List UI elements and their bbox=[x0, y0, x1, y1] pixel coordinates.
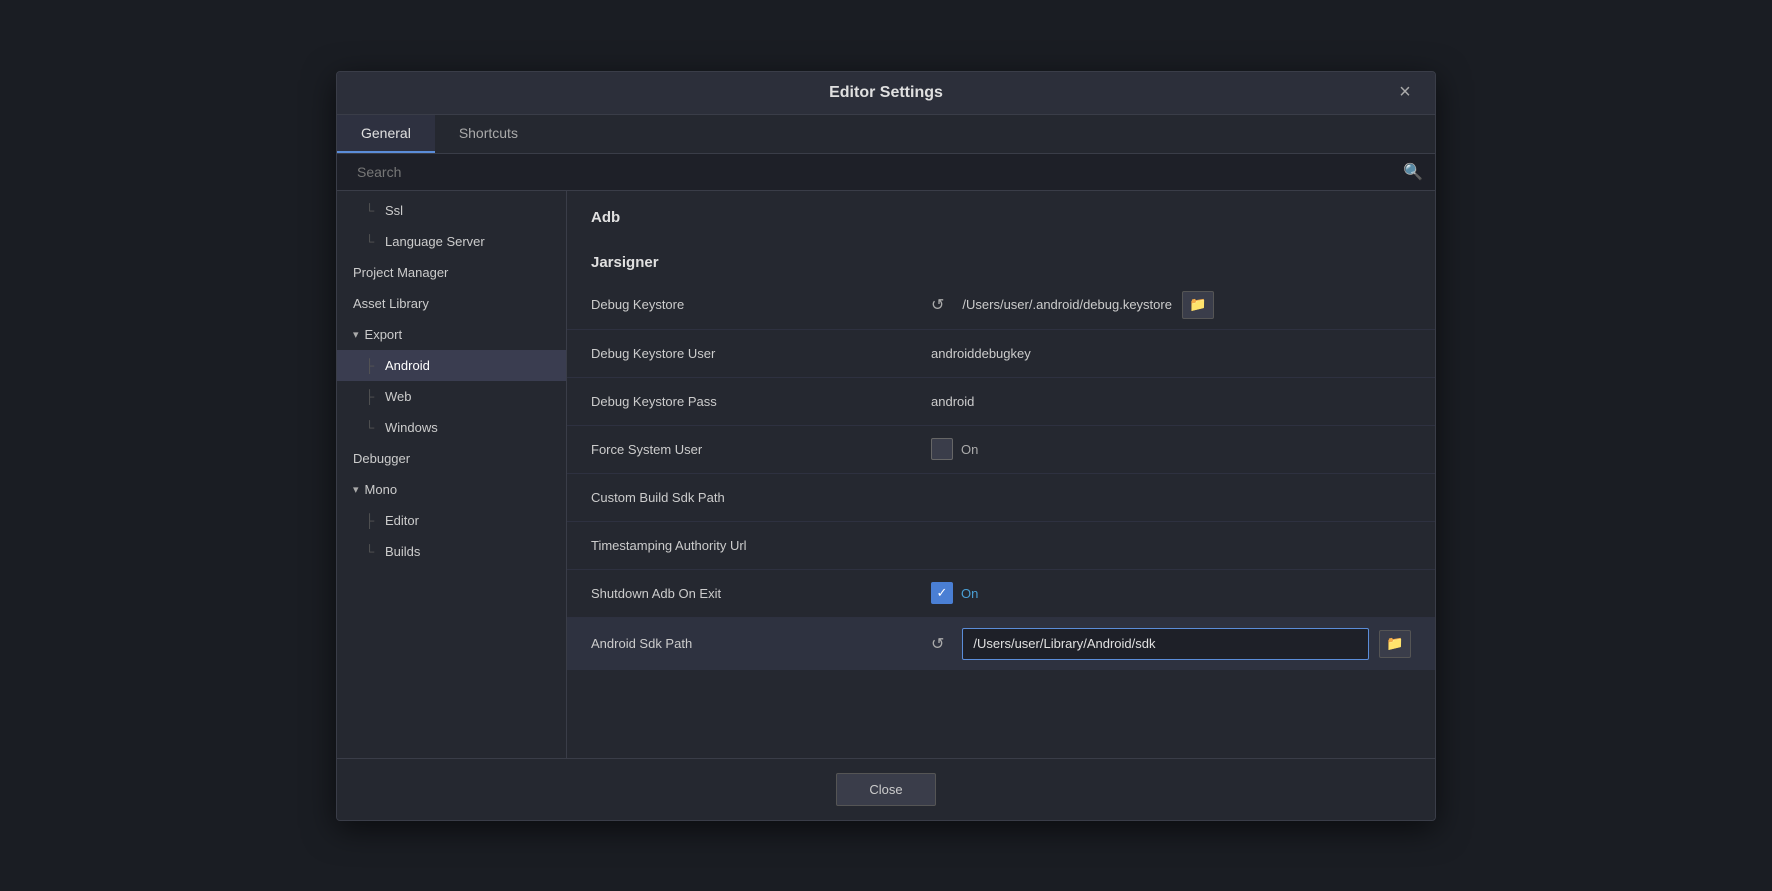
setting-label-debug-keystore-pass: Debug Keystore Pass bbox=[591, 394, 931, 409]
tree-line: ├ bbox=[365, 358, 381, 373]
sidebar-item-label: Debugger bbox=[353, 451, 410, 466]
sidebar-item-label: Editor bbox=[385, 513, 419, 528]
android-sdk-path-input[interactable] bbox=[962, 628, 1369, 660]
sidebar-item-label: Project Manager bbox=[353, 265, 448, 280]
setting-row-android-sdk-path: Android Sdk Path ↺ 📁 bbox=[567, 618, 1435, 670]
toggle-label-shutdown-adb: On bbox=[961, 586, 978, 601]
setting-value-force-system-user: On bbox=[931, 438, 1411, 460]
sidebar-item-label: Builds bbox=[385, 544, 420, 559]
setting-row-shutdown-adb-on-exit: Shutdown Adb On Exit On bbox=[567, 570, 1435, 618]
toggle-force-system-user: On bbox=[931, 438, 978, 460]
setting-value-debug-keystore-user: androiddebugkey bbox=[931, 346, 1411, 361]
sidebar-item-label: Language Server bbox=[385, 234, 485, 249]
sidebar-item-ssl[interactable]: └ Ssl bbox=[337, 195, 566, 226]
sidebar-item-android[interactable]: ├ Android bbox=[337, 350, 566, 381]
tree-line: ├ bbox=[365, 513, 381, 528]
setting-row-force-system-user: Force System User On bbox=[567, 426, 1435, 474]
sidebar-item-editor[interactable]: ├ Editor bbox=[337, 505, 566, 536]
editor-settings-dialog: Editor Settings × General Shortcuts 🔍 └ … bbox=[336, 71, 1436, 821]
tree-line: └ bbox=[365, 203, 381, 218]
setting-value-debug-keystore: ↺ /Users/user/.android/debug.keystore 📁 bbox=[931, 291, 1411, 319]
main-area: └ Ssl └ Language Server Project Manager … bbox=[337, 191, 1435, 758]
sidebar-item-label: Ssl bbox=[385, 203, 403, 218]
setting-value-debug-keystore-pass: android bbox=[931, 394, 1411, 409]
search-input[interactable] bbox=[349, 154, 1403, 190]
toggle-box-force-system-user[interactable] bbox=[931, 438, 953, 460]
close-dialog-x-button[interactable]: × bbox=[1391, 79, 1419, 107]
reset-icon-debug-keystore[interactable]: ↺ bbox=[931, 295, 944, 315]
debug-keystore-user-value: androiddebugkey bbox=[931, 346, 1031, 361]
setting-label-force-system-user: Force System User bbox=[591, 442, 931, 457]
search-icon: 🔍 bbox=[1403, 162, 1423, 182]
footer: Close bbox=[337, 758, 1435, 820]
sidebar-item-mono[interactable]: Mono bbox=[337, 474, 566, 505]
folder-button-android-sdk-path[interactable]: 📁 bbox=[1379, 630, 1411, 658]
sidebar-item-web[interactable]: ├ Web bbox=[337, 381, 566, 412]
sidebar-item-label: Asset Library bbox=[353, 296, 429, 311]
tab-general[interactable]: General bbox=[337, 115, 435, 153]
debug-keystore-pass-value: android bbox=[931, 394, 974, 409]
sidebar-item-label: Export bbox=[365, 327, 403, 342]
tree-line: ├ bbox=[365, 389, 381, 404]
setting-row-debug-keystore-pass: Debug Keystore Pass android bbox=[567, 378, 1435, 426]
setting-label-debug-keystore: Debug Keystore bbox=[591, 297, 931, 312]
sidebar-item-label: Android bbox=[385, 358, 430, 373]
sidebar-item-builds[interactable]: └ Builds bbox=[337, 536, 566, 567]
setting-label-timestamping-authority-url: Timestamping Authority Url bbox=[591, 538, 931, 553]
toggle-label-force-system-user: On bbox=[961, 442, 978, 457]
sidebar-item-language-server[interactable]: └ Language Server bbox=[337, 226, 566, 257]
setting-label-custom-build-sdk-path: Custom Build Sdk Path bbox=[591, 490, 931, 505]
tree-line: └ bbox=[365, 234, 381, 249]
setting-value-android-sdk-path: ↺ 📁 bbox=[931, 628, 1411, 660]
sidebar-item-debugger[interactable]: Debugger bbox=[337, 443, 566, 474]
setting-label-debug-keystore-user: Debug Keystore User bbox=[591, 346, 931, 361]
title-bar: Editor Settings × bbox=[337, 72, 1435, 115]
search-bar: 🔍 bbox=[337, 154, 1435, 191]
reset-icon-android-sdk-path[interactable]: ↺ bbox=[931, 634, 944, 654]
toggle-box-shutdown-adb[interactable] bbox=[931, 582, 953, 604]
sidebar-item-label: Mono bbox=[365, 482, 398, 497]
toggle-shutdown-adb: On bbox=[931, 582, 978, 604]
section-title-adb: Adb bbox=[567, 191, 1435, 236]
sidebar-item-export[interactable]: Export bbox=[337, 319, 566, 350]
tree-line: └ bbox=[365, 420, 381, 435]
tab-shortcuts[interactable]: Shortcuts bbox=[435, 115, 542, 153]
setting-row-debug-keystore-user: Debug Keystore User androiddebugkey bbox=[567, 330, 1435, 378]
sidebar-item-label: Windows bbox=[385, 420, 438, 435]
sidebar-item-label: Web bbox=[385, 389, 412, 404]
content-area: Adb Jarsigner Debug Keystore ↺ /Users/us… bbox=[567, 191, 1435, 758]
setting-row-debug-keystore: Debug Keystore ↺ /Users/user/.android/de… bbox=[567, 281, 1435, 330]
setting-row-timestamping-authority-url: Timestamping Authority Url bbox=[567, 522, 1435, 570]
setting-label-android-sdk-path: Android Sdk Path bbox=[591, 636, 931, 651]
tabs-row: General Shortcuts bbox=[337, 115, 1435, 154]
setting-row-custom-build-sdk-path: Custom Build Sdk Path bbox=[567, 474, 1435, 522]
tree-line: └ bbox=[365, 544, 381, 559]
sidebar-item-asset-library[interactable]: Asset Library bbox=[337, 288, 566, 319]
setting-label-shutdown-adb-on-exit: Shutdown Adb On Exit bbox=[591, 586, 931, 601]
folder-button-debug-keystore[interactable]: 📁 bbox=[1182, 291, 1214, 319]
debug-keystore-value: /Users/user/.android/debug.keystore bbox=[962, 297, 1172, 312]
sidebar-item-project-manager[interactable]: Project Manager bbox=[337, 257, 566, 288]
dialog-title: Editor Settings bbox=[829, 84, 943, 102]
close-button[interactable]: Close bbox=[836, 773, 935, 806]
sidebar-item-windows[interactable]: └ Windows bbox=[337, 412, 566, 443]
sidebar: └ Ssl └ Language Server Project Manager … bbox=[337, 191, 567, 758]
section-title-jarsigner: Jarsigner bbox=[567, 236, 1435, 281]
setting-value-shutdown-adb-on-exit: On bbox=[931, 582, 1411, 604]
